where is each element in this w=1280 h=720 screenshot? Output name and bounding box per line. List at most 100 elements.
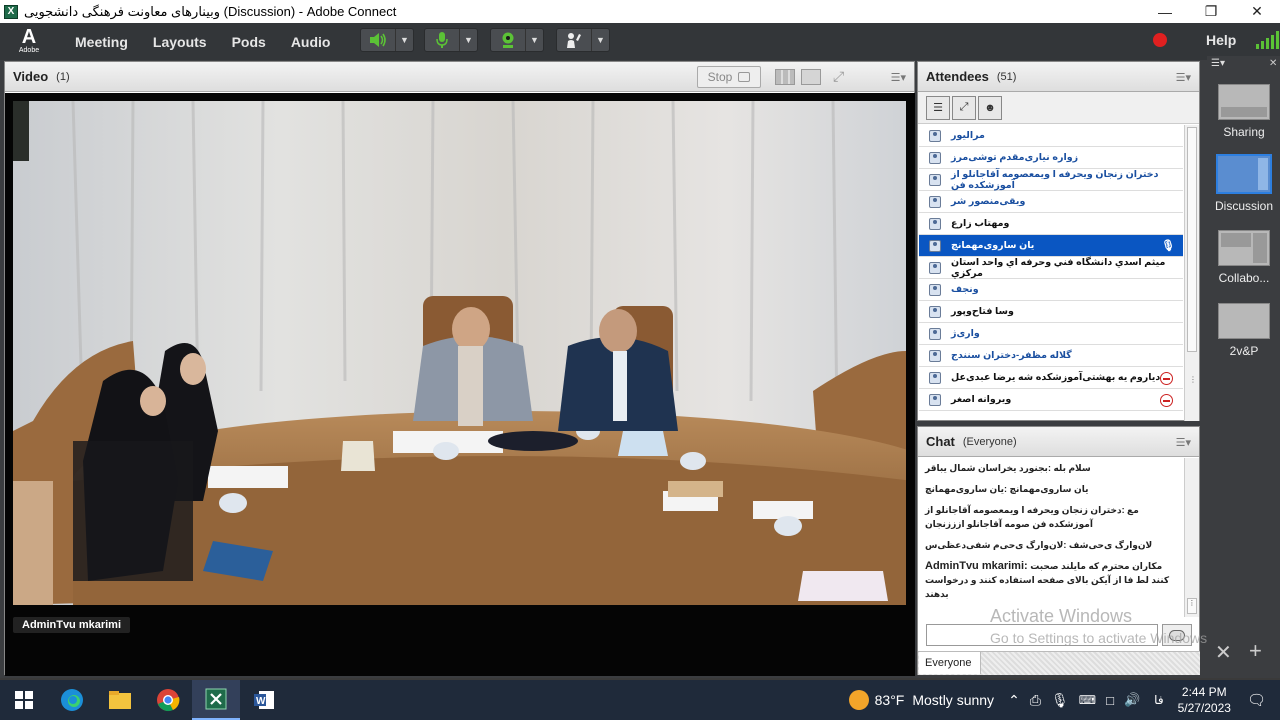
connection-signal-icon (1256, 31, 1279, 49)
minimize-button[interactable]: — (1142, 0, 1188, 23)
weather-temperature[interactable]: 83°F (875, 692, 905, 708)
chevron-down-icon[interactable]: ▼ (591, 29, 609, 51)
panel-close-icon[interactable]: ✕ (1269, 58, 1279, 69)
pod-options-icon[interactable]: ☰▾ (1176, 71, 1191, 84)
recording-indicator-icon[interactable] (1153, 33, 1167, 47)
attendee-name: زواره نیاری‌مقدم توشی‌مرز (951, 152, 1079, 163)
user-icon (929, 151, 941, 164)
word-icon[interactable]: W (240, 680, 288, 720)
attendee-row[interactable]: میثم اسدي دانشگاه فني وحرفه اي واحد استا… (919, 257, 1183, 279)
chrome-icon[interactable] (144, 680, 192, 720)
microphone-tray-icon[interactable]: 🎙 (1051, 692, 1069, 709)
attendees-pod-title: Attendees (926, 69, 989, 84)
speaker-toggle-button[interactable]: ▼ (360, 28, 414, 52)
user-icon (929, 393, 941, 406)
layouts-panel: ☰▾ Sharing Discussion Collabo... 2v&P ✕ … (1207, 56, 1280, 674)
menu-meeting[interactable]: Meeting (75, 34, 128, 50)
attendee-name: دختران زنجان ویحرفه ا ویمعصومه آقاجانلو … (951, 168, 1159, 191)
chevron-up-icon[interactable]: ⌃ (1008, 692, 1020, 709)
chat-text: مع :دختران زنجان ویحرفه ا ویمعصومه آقاجا… (925, 505, 1139, 529)
attendee-row[interactable]: ومهتاب زارع (919, 213, 1183, 235)
tab-everyone[interactable]: Everyone (919, 652, 981, 674)
filmstrip-view-icon[interactable] (801, 69, 821, 85)
volume-icon[interactable]: 🔊 (1124, 692, 1140, 708)
attendee-name: وسا فتاح‌وپور (951, 306, 1014, 317)
layout-sharing[interactable]: Sharing (1209, 84, 1279, 139)
chat-scrollbar[interactable]: ⋮ (1184, 458, 1199, 617)
microphone-toggle-button[interactable]: ▼ (424, 28, 478, 52)
attendee-row[interactable]: گلاله مظفر-دختران سنندج (919, 345, 1183, 367)
clock[interactable]: 2:44 PM 5/27/2023 (1178, 684, 1231, 716)
close-button[interactable]: ✕ (1234, 0, 1280, 23)
menu-audio[interactable]: Audio (291, 34, 331, 50)
pod-options-icon[interactable]: ☰▾ (1176, 436, 1191, 449)
user-icon (929, 195, 941, 208)
chevron-down-icon[interactable]: ▼ (525, 29, 543, 51)
breakout-rooms-icon[interactable]: ⤢ (952, 95, 976, 120)
attendee-row[interactable]: زواره نیاری‌مقدم توشی‌مرز (919, 147, 1183, 169)
attendee-row[interactable]: وسا فتاح‌وپور (919, 301, 1183, 323)
fullscreen-icon[interactable]: ⤢ (833, 69, 853, 85)
grid-view-icon[interactable] (775, 69, 795, 85)
attendee-row[interactable]: مرالیور (919, 125, 1183, 147)
help-menu[interactable]: Help (1206, 32, 1236, 48)
attendee-row[interactable]: ویروانه اصغر (919, 389, 1183, 411)
chevron-down-icon[interactable]: ▼ (395, 29, 413, 51)
layout-discussion[interactable]: Discussion (1209, 154, 1279, 213)
attendee-name: ویقی‌منصور شر (951, 196, 1026, 207)
attendee-name: ونجف (951, 284, 979, 295)
layout-2vp[interactable]: 2v&P (1209, 303, 1279, 358)
menu-pods[interactable]: Pods (232, 34, 266, 50)
attendee-status-icon[interactable]: ☻ (978, 95, 1002, 120)
user-icon (929, 305, 941, 318)
raise-hand-button[interactable]: ▼ (556, 28, 610, 52)
file-explorer-icon[interactable] (96, 680, 144, 720)
window-title-bar: X وبینارهای معاونت فرهنگی دانشجویی (Disc… (0, 0, 1280, 23)
notifications-icon[interactable]: 🗨 (1247, 691, 1266, 709)
edge-browser-icon[interactable] (48, 680, 96, 720)
start-button[interactable] (0, 680, 48, 720)
attendee-row[interactable]: دختران زنجان ویحرفه ا ویمعصومه آقاجانلو … (919, 169, 1183, 191)
webcam-icon (491, 29, 525, 51)
svg-text:W: W (256, 696, 266, 707)
meet-now-icon[interactable]: ⎙ (1030, 692, 1041, 709)
chevron-down-icon[interactable]: ▼ (459, 29, 477, 51)
windows-taskbar: W 83°F Mostly sunny ⌃ ⎙ 🎙 ⌨ □ 🔊 فا 2:44 … (0, 680, 1280, 720)
user-icon (929, 283, 941, 296)
pod-options-icon[interactable]: ☰▾ (891, 71, 906, 84)
stop-video-button[interactable]: Stop (697, 66, 761, 88)
weather-condition[interactable]: Mostly sunny (912, 692, 994, 708)
attendee-row[interactable]: واری‌ژ (919, 323, 1183, 345)
attendee-row[interactable]: یان ساروی‌مهمانچ 🎙 (919, 235, 1183, 257)
menu-layouts[interactable]: Layouts (153, 34, 207, 50)
video-pod-count: (1) (56, 70, 70, 83)
add-layout-icon[interactable]: + (1249, 638, 1262, 664)
webcam-toggle-button[interactable]: ▼ (490, 28, 544, 52)
user-icon (929, 217, 941, 230)
user-icon (929, 129, 941, 142)
attendee-name: مرالیور (951, 130, 985, 141)
chat-audience: (Everyone) (962, 435, 1017, 448)
layout-collaboration[interactable]: Collabo... (1209, 230, 1279, 285)
network-icon[interactable]: □ (1106, 693, 1114, 708)
adobe-logo: A Adobe (18, 25, 40, 54)
chat-pod-header: Chat (Everyone) ☰▾ (918, 427, 1199, 457)
attendee-row[interactable]: ونجف (919, 279, 1183, 301)
attendees-count: (51) (996, 70, 1017, 83)
language-indicator[interactable]: فا (1154, 693, 1163, 707)
list-view-icon[interactable]: ☰ (926, 95, 950, 120)
input-method-icon[interactable]: ⌨ (1079, 693, 1096, 707)
video-pod-header: Video (1) Stop ⤢ ☰▾ (5, 62, 914, 92)
attendee-row[interactable]: دیاروم یه بهشتی‌آموزشکده شه یرضا عبدی‌عل (919, 367, 1183, 389)
attendee-row[interactable]: ویقی‌منصور شر (919, 191, 1183, 213)
attendees-scrollbar[interactable]: ⋮ (1184, 125, 1199, 421)
attendee-name: واری‌ژ (951, 328, 980, 339)
adobe-connect-taskbar-icon[interactable] (192, 680, 240, 720)
layouts-menu-icon[interactable]: ☰▾ (1211, 58, 1225, 69)
maximize-button[interactable]: ❐ (1188, 0, 1234, 23)
attendees-pod-header: Attendees (51) ☰▾ (918, 62, 1199, 92)
weather-icon[interactable] (848, 690, 869, 710)
collapse-icon[interactable]: ✕ (1215, 640, 1232, 665)
user-icon (929, 349, 941, 362)
menu-bar: A Adobe Meeting Layouts Pods Audio (0, 23, 1280, 60)
